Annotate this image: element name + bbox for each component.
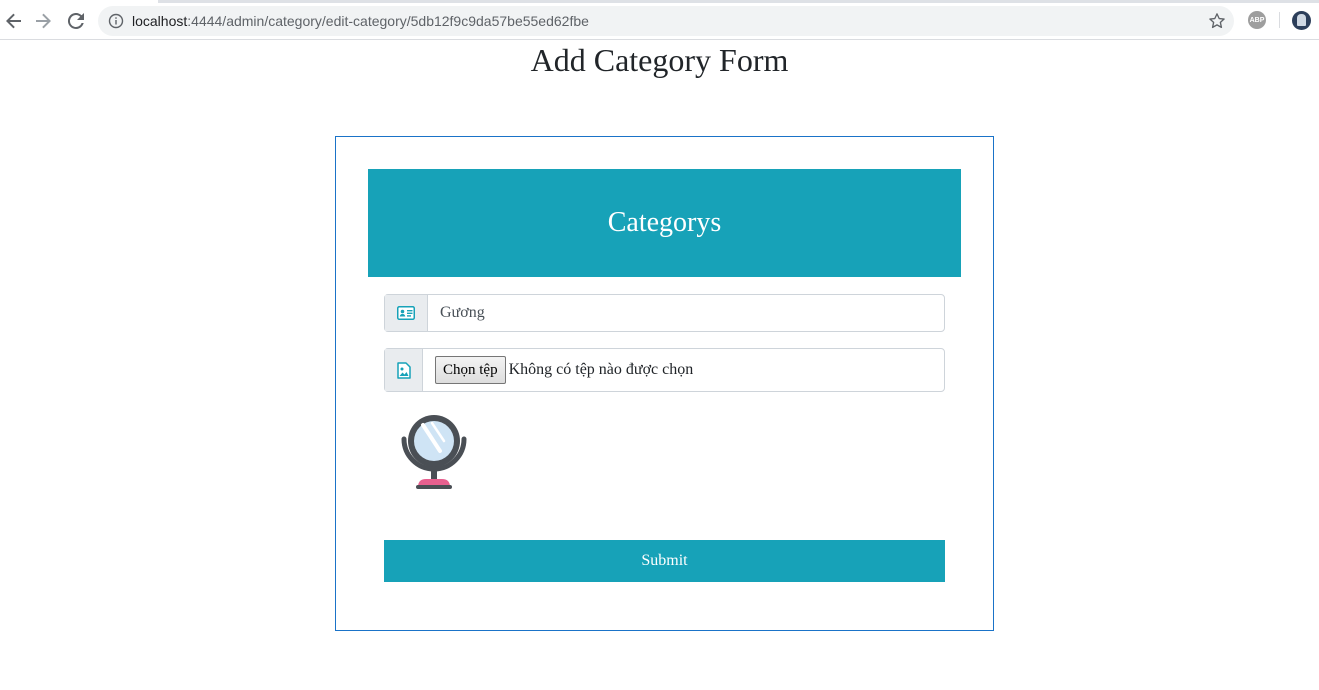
- url-host: localhost: [132, 13, 188, 29]
- browser-toolbar: localhost:4444/admin/category/edit-categ…: [0, 0, 1319, 40]
- url-text[interactable]: localhost:4444/admin/category/edit-categ…: [132, 13, 589, 29]
- info-icon[interactable]: [108, 13, 124, 29]
- category-name-input[interactable]: Gương: [428, 295, 944, 331]
- name-addon: [385, 295, 428, 331]
- file-status-text: Không có tệp nào được chọn: [508, 361, 694, 378]
- arrow-left-icon: [6, 13, 21, 29]
- toolbar-divider: [1279, 12, 1280, 28]
- reload-icon: [68, 13, 84, 29]
- reload-button[interactable]: [64, 9, 88, 33]
- category-image-input: Chọn tệp Không có tệp nào được chọn: [423, 349, 944, 391]
- choose-file-button[interactable]: Chọn tệp: [435, 356, 506, 384]
- category-image-group: Chọn tệp Không có tệp nào được chọn: [384, 348, 945, 392]
- image-addon: [385, 349, 423, 391]
- submit-button[interactable]: Submit: [384, 540, 945, 582]
- arrow-right-icon: [36, 13, 51, 29]
- mirror-icon: [401, 415, 467, 489]
- id-card-icon: [397, 306, 415, 320]
- active-tab-indicator: [0, 0, 158, 3]
- card-header-title: Categorys: [607, 207, 722, 238]
- bookmark-star-icon[interactable]: [1208, 12, 1226, 30]
- back-button[interactable]: [2, 9, 26, 33]
- profile-avatar[interactable]: [1292, 11, 1311, 30]
- tab-strip: [0, 0, 1319, 3]
- category-form-card: Categorys Gương Chọn tệp Không có tệp nà…: [335, 136, 994, 631]
- image-file-icon: [396, 361, 411, 379]
- category-name-group: Gương: [384, 294, 945, 332]
- url-path: :4444/admin/category/edit-category/5db12…: [187, 13, 589, 29]
- page-title: Add Category Form: [530, 42, 789, 78]
- forward-button[interactable]: [31, 9, 55, 33]
- adblock-extension-icon[interactable]: ABP: [1248, 11, 1266, 29]
- card-header: Categorys: [368, 169, 961, 277]
- adblock-label: ABP: [1249, 16, 1265, 24]
- address-bar[interactable]: localhost:4444/admin/category/edit-categ…: [98, 6, 1234, 36]
